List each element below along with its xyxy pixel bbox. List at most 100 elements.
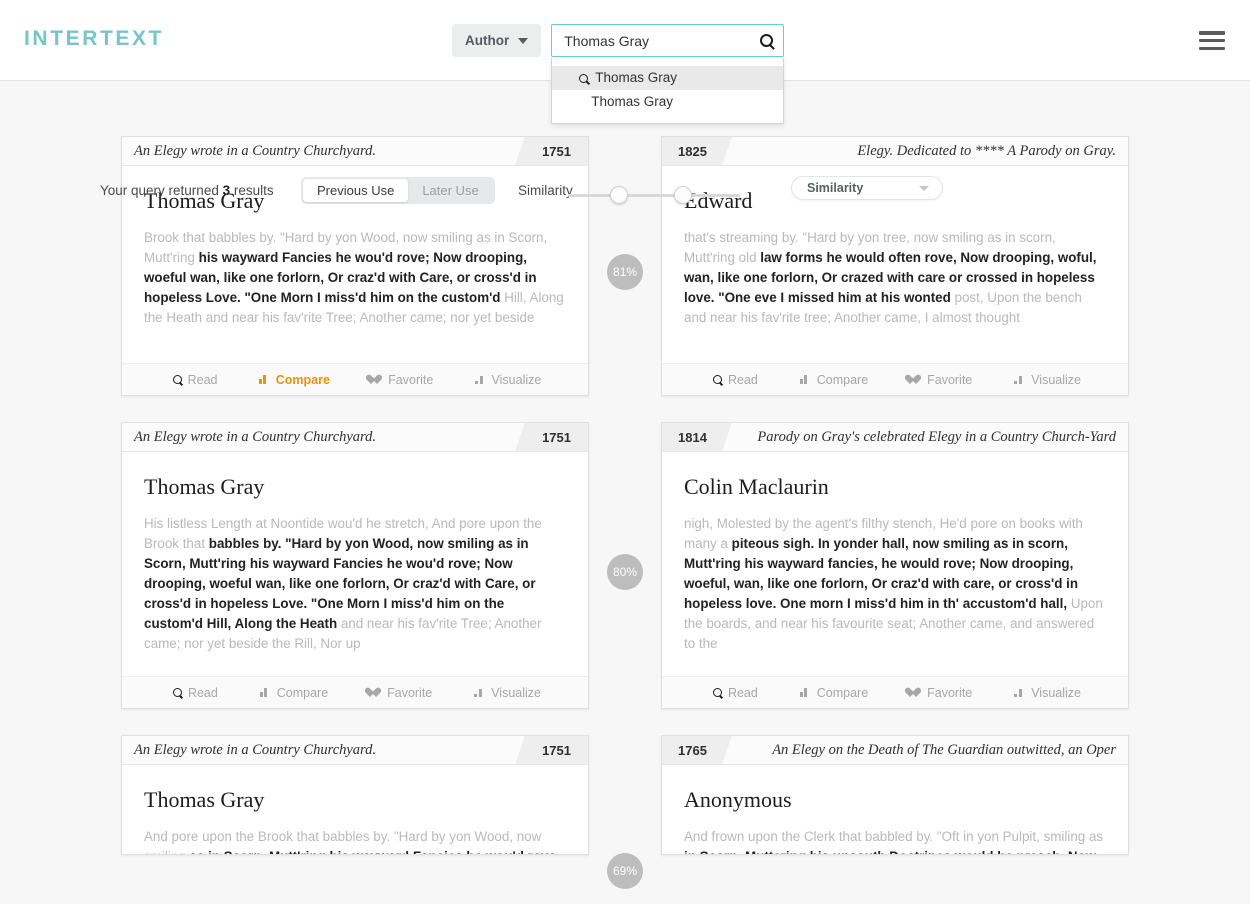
bar-chart-icon xyxy=(258,375,270,384)
bar-chart-icon xyxy=(799,375,811,384)
search-icon xyxy=(172,375,182,384)
bar-chart-icon xyxy=(259,688,271,697)
work-author: Thomas Gray xyxy=(144,474,265,499)
result-pair-row: An Elegy wrote in a Country Churchyard. 1… xyxy=(0,422,1250,709)
results-count-value: 3 xyxy=(222,183,231,198)
excerpt-match: piteous sigh. In yonder hall, now smilin… xyxy=(684,536,1079,611)
read-action[interactable]: Read xyxy=(709,373,758,387)
header-notch xyxy=(706,736,749,764)
heart-icon xyxy=(910,688,921,698)
results-suffix: results xyxy=(233,183,274,198)
visualize-action[interactable]: Visualize xyxy=(1014,373,1081,387)
work-author: Colin Maclaurin xyxy=(684,474,829,499)
search-icon xyxy=(712,688,722,697)
visualize-icon xyxy=(474,688,485,697)
favorite-action[interactable]: Favorite xyxy=(910,686,972,700)
work-year: 1814 xyxy=(662,423,707,451)
read-action[interactable]: Read xyxy=(709,686,758,700)
read-label: Read xyxy=(727,685,758,700)
hamburger-menu-icon[interactable] xyxy=(1199,31,1225,50)
suggestion-item-1[interactable]: Thomas Gray xyxy=(552,90,783,114)
app-header: INTERTEXT Author Thomas Gray Thomas Gray xyxy=(0,0,1250,124)
read-action[interactable]: Read xyxy=(169,686,218,700)
chevron-down-icon xyxy=(919,185,929,191)
slider-handle-max[interactable] xyxy=(674,186,692,204)
excerpt-match: in Scorn, Muttering his uncouth Doctrine… xyxy=(684,849,1096,854)
visualize-icon xyxy=(1014,375,1025,384)
visualize-icon xyxy=(474,375,486,384)
header-notch xyxy=(500,137,543,165)
search-icon[interactable] xyxy=(760,34,774,47)
search-suggestions-dropdown[interactable]: Thomas Gray Thomas Gray xyxy=(551,58,785,124)
favorite-action[interactable]: Favorite xyxy=(371,373,433,387)
result-card[interactable]: An Elegy wrote in a Country Churchyard. 1… xyxy=(121,735,589,855)
search-box[interactable] xyxy=(551,24,785,57)
visualize-action[interactable]: Visualize xyxy=(474,372,542,387)
similarity-score-badge: 80% xyxy=(607,554,643,590)
result-pair-row: An Elegy wrote in a Country Churchyard. 1… xyxy=(0,735,1250,889)
result-card[interactable]: An Elegy wrote in a Country Churchyard. 1… xyxy=(121,422,589,709)
slider-handle-min[interactable] xyxy=(610,186,628,204)
card-body: Thomas Gray And pore upon the Brook that … xyxy=(122,765,588,854)
card-header: 1765 An Elegy on the Death of The Guardia… xyxy=(662,736,1128,765)
compare-action[interactable]: Compare xyxy=(799,686,868,700)
result-card[interactable]: 1825 Elegy. Dedicated to **** A Parody on… xyxy=(661,136,1129,396)
visualize-label: Visualize xyxy=(1031,372,1081,387)
results-count-text: Your query returned 3 results xyxy=(100,183,274,198)
compare-label: Compare xyxy=(276,685,329,700)
work-excerpt: Brook that babbles by. "Hard by yon Wood… xyxy=(144,228,566,328)
visualize-action[interactable]: Visualize xyxy=(474,686,541,700)
favorite-action[interactable]: Favorite xyxy=(910,373,972,387)
card-actions: Read Compare Favorite Visualize xyxy=(662,676,1128,708)
similarity-range-slider[interactable] xyxy=(568,186,740,204)
toggle-previous-use[interactable]: Previous Use xyxy=(303,179,409,202)
sort-by-dropdown[interactable]: Similarity xyxy=(791,176,943,200)
work-excerpt: And frown upon the Clerk that babbled by… xyxy=(684,827,1106,854)
result-card[interactable]: 1765 An Elegy on the Death of The Guardia… xyxy=(661,735,1129,855)
read-label: Read xyxy=(727,372,758,387)
work-title: Elegy. Dedicated to **** A Parody on Gra… xyxy=(857,142,1116,159)
heart-icon xyxy=(910,375,921,385)
suggestion-item-0[interactable]: Thomas Gray xyxy=(552,66,784,90)
card-actions: Read Compare Favorite Visualize xyxy=(122,676,588,708)
result-card[interactable]: An Elegy wrote in a Country Churchyard. 1… xyxy=(121,136,589,396)
result-card[interactable]: 1814 Parody on Gray's celebrated Elegy in… xyxy=(661,422,1129,709)
sort-by-value: Similarity xyxy=(807,181,864,195)
heart-icon xyxy=(371,375,382,385)
card-actions: Read Compare Favorite Visualize xyxy=(662,363,1128,395)
work-title: Parody on Gray's celebrated Elegy in a C… xyxy=(757,428,1116,445)
author-filter-dropdown[interactable]: Author xyxy=(452,24,542,57)
author-filter-label: Author xyxy=(465,33,510,48)
favorite-label: Favorite xyxy=(927,372,973,387)
card-actions: Read Compare Favorite Visualize xyxy=(122,363,588,395)
card-body: Colin Maclaurin nigh, Molested by the age… xyxy=(662,452,1128,676)
compare-action[interactable]: Compare xyxy=(258,373,330,387)
suggestion-label: Thomas Gray xyxy=(591,94,674,109)
compare-action[interactable]: Compare xyxy=(799,372,869,387)
use-direction-toggle[interactable]: Previous Use Later Use xyxy=(301,177,495,204)
visualize-action[interactable]: Visualize xyxy=(1014,686,1081,700)
work-excerpt: And pore upon the Brook that babbles by.… xyxy=(144,827,566,854)
favorite-action[interactable]: Favorite xyxy=(370,686,432,700)
toggle-later-use[interactable]: Later Use xyxy=(408,179,492,202)
search-icon xyxy=(712,375,722,384)
read-label: Read xyxy=(187,372,218,387)
work-year: 1765 xyxy=(662,736,707,764)
read-action[interactable]: Read xyxy=(169,373,218,387)
card-header: An Elegy wrote in a Country Churchyard. 1… xyxy=(122,137,588,166)
similarity-score-badge: 81% xyxy=(607,254,643,290)
search-input[interactable] xyxy=(562,31,757,50)
work-author: Anonymous xyxy=(684,787,792,812)
read-label: Read xyxy=(187,685,218,700)
work-year: 1751 xyxy=(542,736,588,764)
work-excerpt: His listless Length at Noontide wou'd he… xyxy=(144,514,566,654)
excerpt-match: his wayward Fancies he wou'd rove; Now d… xyxy=(144,250,537,305)
visualize-label: Visualize xyxy=(1031,685,1081,700)
compare-label: Compare xyxy=(816,372,869,387)
visualize-label: Visualize xyxy=(491,372,542,387)
search-icon xyxy=(579,73,589,83)
compare-action[interactable]: Compare xyxy=(259,685,329,700)
card-header: An Elegy wrote in a Country Churchyard. 1… xyxy=(122,423,588,452)
card-header: 1814 Parody on Gray's celebrated Elegy in… xyxy=(662,423,1128,452)
similarity-score-badge: 69% xyxy=(607,853,643,889)
